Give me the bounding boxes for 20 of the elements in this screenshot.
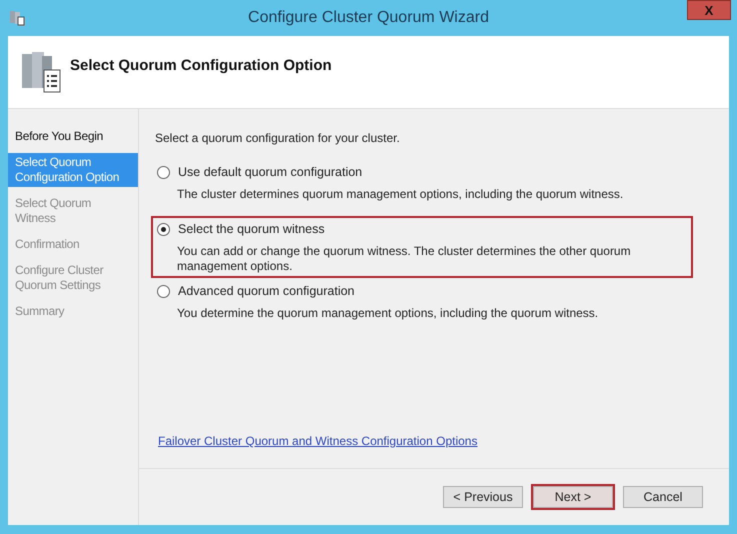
option-description: You determine the quorum management options, including the quorum witness.	[177, 306, 600, 321]
radio-button[interactable]	[157, 166, 170, 178]
cluster-icon	[8, 9, 26, 27]
option-label[interactable]: Use default quorum configuration	[178, 165, 362, 179]
help-link[interactable]: Failover Cluster Quorum and Witness Configuration Options	[158, 434, 478, 448]
option-label[interactable]: Select the quorum witness	[178, 222, 325, 236]
wizard-button[interactable]: < Previous	[443, 486, 523, 508]
window-title: Configure Cluster Quorum Wizard	[248, 9, 489, 27]
option-description: The cluster determines quorum management options, including the quorum witness.	[177, 187, 624, 202]
close-button[interactable]: X	[687, 0, 731, 20]
radio-button[interactable]	[157, 222, 170, 236]
wizard-button[interactable]: Cancel	[623, 486, 703, 508]
radio-button[interactable]	[157, 284, 170, 298]
option-label[interactable]: Advanced quorum configuration	[178, 284, 355, 298]
page-title: Select Quorum Configuration Option	[70, 56, 332, 74]
cluster-servers-icon	[20, 50, 62, 94]
wizard-button[interactable]: Next >	[533, 486, 613, 508]
prompt-text: Select a quorum configuration for your cluster.	[155, 131, 401, 145]
wizard-step[interactable]: Before You Begin	[8, 127, 138, 146]
option-description: You can add or change the quorum witness. The cluster determines the other quorum management options.	[177, 244, 632, 274]
